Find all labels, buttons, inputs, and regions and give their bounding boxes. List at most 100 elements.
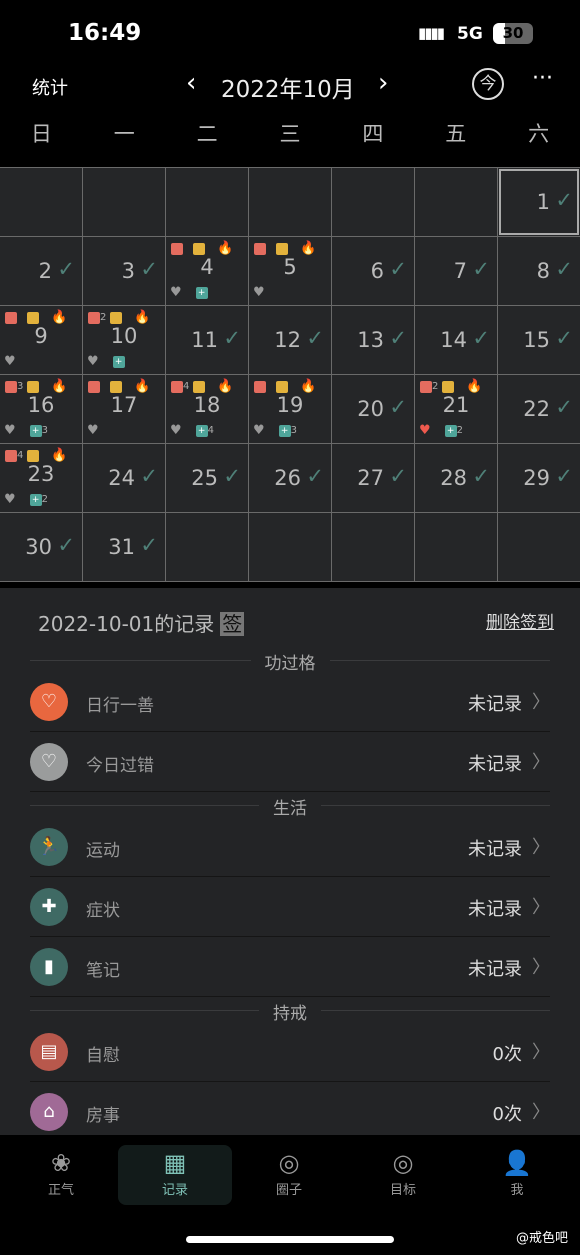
calendar-day[interactable]: 30 ✓ bbox=[0, 513, 82, 581]
checkmark-icon: ✓ bbox=[555, 188, 573, 212]
nav-target[interactable]: ◎ 目标 bbox=[346, 1145, 460, 1205]
bottom-icons: ♥ +2 bbox=[419, 423, 463, 438]
calendar-day[interactable]: 20 ✓ bbox=[332, 375, 414, 443]
broken-heart-icon: ♥ bbox=[4, 354, 16, 369]
weekday-label: 五 bbox=[445, 122, 467, 146]
calendar-day[interactable]: 12 ✓ bbox=[249, 306, 331, 374]
calendar-day[interactable]: 21 2 🔥 ♥ +2 bbox=[415, 375, 497, 443]
calendar-day[interactable]: 7 ✓ bbox=[415, 237, 497, 305]
broken-heart-icon: ♥ bbox=[87, 354, 99, 369]
calendar-day[interactable]: 2 ✓ bbox=[0, 237, 82, 305]
day-number: 27 bbox=[357, 466, 384, 490]
record-row[interactable]: ▮ 笔记 未记录〉 bbox=[30, 937, 550, 997]
section-label: 功过格 bbox=[250, 654, 330, 674]
calendar-day[interactable]: 5 🔥 ♥ bbox=[249, 237, 331, 305]
fire-icon: 🔥 bbox=[134, 379, 151, 394]
today-button[interactable]: 今 bbox=[472, 68, 504, 100]
checkmark-icon: ✓ bbox=[555, 326, 573, 350]
record-row[interactable]: ♡ 日行一善 未记录〉 bbox=[30, 672, 550, 732]
calendar-day[interactable]: 3 ✓ bbox=[83, 237, 165, 305]
calendar-day[interactable]: 27 ✓ bbox=[332, 444, 414, 512]
checkmark-icon: ✓ bbox=[555, 395, 573, 419]
calendar-day[interactable]: 23 4 🔥 ♥ +2 bbox=[0, 444, 82, 512]
section-title: 功过格 bbox=[0, 649, 580, 674]
medkit-icon: + bbox=[29, 493, 42, 506]
empty-cell bbox=[249, 513, 331, 581]
day-number: 17 bbox=[110, 393, 138, 417]
next-month-icon[interactable]: › bbox=[378, 68, 388, 98]
nav-calendar[interactable]: ▦ 记录 bbox=[118, 1145, 232, 1205]
day-number: 11 bbox=[191, 328, 218, 352]
delete-checkin-link[interactable]: 删除签到 bbox=[486, 608, 554, 633]
calendar-day[interactable]: 16 3 🔥 ♥ +3 bbox=[0, 375, 82, 443]
calendar-day[interactable]: 17 🔥 ♥ bbox=[83, 375, 165, 443]
nav-label: 正气 bbox=[47, 1183, 74, 1198]
checkmark-icon: ✓ bbox=[140, 464, 158, 488]
row-value: 未记录 bbox=[468, 839, 522, 860]
calendar-day[interactable]: 22 ✓ bbox=[498, 375, 580, 443]
calendar-day[interactable]: 1 ✓ bbox=[498, 168, 580, 236]
roll-count: 2 bbox=[432, 381, 439, 392]
clock: 16:49 bbox=[68, 20, 142, 46]
calendar-day[interactable]: 31 ✓ bbox=[83, 513, 165, 581]
row-label: 日行一善 bbox=[86, 696, 154, 716]
day-number: 1 bbox=[536, 190, 550, 214]
day-number: 8 bbox=[536, 259, 550, 283]
calendar-day[interactable]: 29 ✓ bbox=[498, 444, 580, 512]
checkmark-icon: ✓ bbox=[306, 464, 324, 488]
medkit-icon: + bbox=[195, 424, 208, 437]
calendar-day[interactable]: 13 ✓ bbox=[332, 306, 414, 374]
tissue-roll-icon bbox=[420, 380, 432, 393]
calendar-day[interactable]: 25 ✓ bbox=[166, 444, 248, 512]
heart-icon: ♥ bbox=[419, 423, 431, 438]
calendar-day[interactable]: 14 ✓ bbox=[415, 306, 497, 374]
calendar-day[interactable]: 10 2 🔥 ♥ + bbox=[83, 306, 165, 374]
day-number: 4 bbox=[200, 255, 214, 279]
record-row[interactable]: ⌂ 房事 0次〉 bbox=[30, 1082, 550, 1142]
nav-label: 我 bbox=[510, 1183, 524, 1198]
broken-heart-icon: ♥ bbox=[170, 285, 182, 300]
record-row[interactable]: ✚ 症状 未记录〉 bbox=[30, 877, 550, 937]
calendar-day[interactable]: 28 ✓ bbox=[415, 444, 497, 512]
calendar-day[interactable]: 8 ✓ bbox=[498, 237, 580, 305]
section-title: 持戒 bbox=[0, 999, 580, 1024]
roll-count: 4 bbox=[17, 450, 24, 461]
record-row[interactable]: ♡ 今日过错 未记录〉 bbox=[30, 732, 550, 792]
day-number: 24 bbox=[108, 466, 135, 490]
calendar-day[interactable]: 4 🔥 ♥ + bbox=[166, 237, 248, 305]
nav-circle[interactable]: ◎ 圈子 bbox=[232, 1145, 346, 1205]
nav-user[interactable]: 👤 我 bbox=[460, 1145, 574, 1205]
medkit-icon: ✚ bbox=[30, 888, 68, 926]
fire-icon: 🔥 bbox=[51, 310, 68, 325]
tissue-roll-icon bbox=[5, 380, 17, 393]
kit-count: 4 bbox=[207, 425, 215, 436]
calendar-day[interactable]: 9 🔥 ♥ bbox=[0, 306, 82, 374]
battery-icon: 30 bbox=[493, 23, 533, 44]
empty-cell bbox=[249, 168, 331, 236]
fire-icon: 🔥 bbox=[300, 241, 317, 256]
calendar-day[interactable]: 15 ✓ bbox=[498, 306, 580, 374]
weekday-label: 四 bbox=[362, 122, 384, 146]
nav-lotus[interactable]: ❀ 正气 bbox=[4, 1145, 118, 1205]
roll-count: 4 bbox=[183, 381, 190, 392]
record-row[interactable]: ▤ 自慰 0次〉 bbox=[30, 1022, 550, 1082]
calendar-day[interactable]: 26 ✓ bbox=[249, 444, 331, 512]
row-value: 未记录 bbox=[468, 959, 522, 980]
medkit-icon: + bbox=[112, 355, 125, 368]
battery-level: 30 bbox=[502, 24, 524, 42]
prev-month-icon[interactable]: ‹ bbox=[186, 68, 196, 98]
section-title: 生活 bbox=[0, 794, 580, 819]
stats-button[interactable]: 统计 bbox=[32, 74, 68, 100]
kit-count: 2 bbox=[456, 425, 464, 436]
calendar-day[interactable]: 11 ✓ bbox=[166, 306, 248, 374]
weekday-label: 二 bbox=[196, 122, 218, 146]
monitor-icon bbox=[276, 380, 288, 393]
calendar-day[interactable]: 18 4 🔥 ♥ +4 bbox=[166, 375, 248, 443]
calendar-day[interactable]: 6 ✓ bbox=[332, 237, 414, 305]
calendar-day[interactable]: 24 ✓ bbox=[83, 444, 165, 512]
calendar-day[interactable]: 19 🔥 ♥ +3 bbox=[249, 375, 331, 443]
record-row[interactable]: 🏃 运动 未记录〉 bbox=[30, 817, 550, 877]
more-icon[interactable]: ··· bbox=[532, 66, 553, 91]
day-number: 29 bbox=[523, 466, 550, 490]
chevron-right-icon: 〉 bbox=[532, 1042, 550, 1063]
